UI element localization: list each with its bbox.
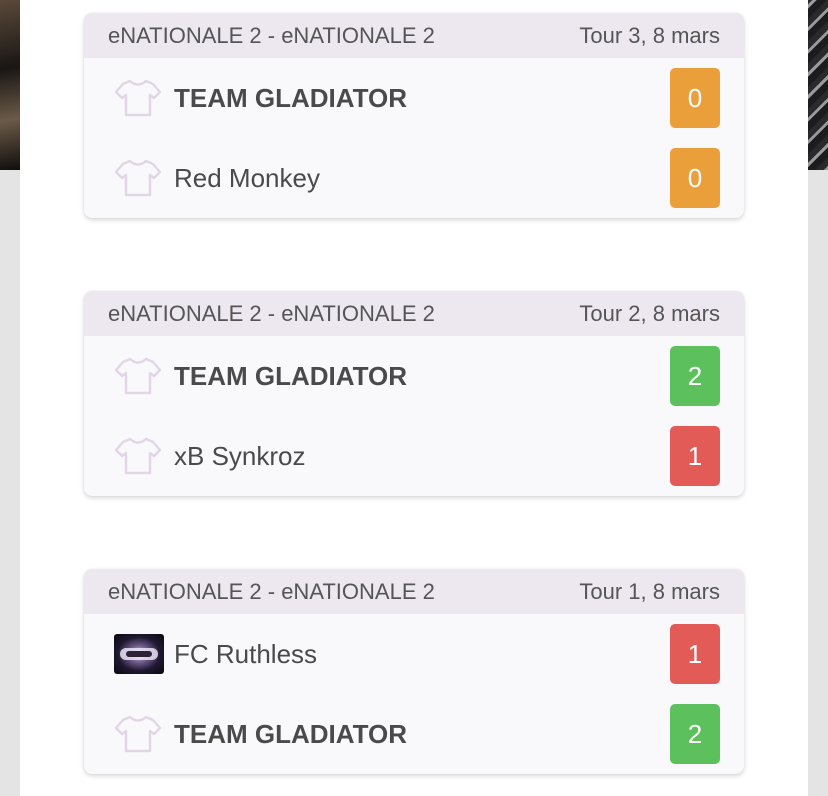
matches-panel: eNATIONALE 2 - eNATIONALE 2 Tour 3, 8 ma… — [20, 0, 808, 796]
team-name[interactable]: xB Synkroz — [174, 441, 306, 472]
score-badge: 1 — [670, 624, 720, 684]
team-name[interactable]: Red Monkey — [174, 163, 320, 194]
score-badge: 2 — [670, 346, 720, 406]
team-row-home[interactable]: TEAM GLADIATOR 0 — [84, 58, 744, 138]
competition-label: eNATIONALE 2 - eNATIONALE 2 — [108, 22, 435, 48]
competition-label: eNATIONALE 2 - eNATIONALE 2 — [108, 578, 435, 604]
match-card[interactable]: eNATIONALE 2 - eNATIONALE 2 Tour 2, 8 ma… — [84, 291, 744, 496]
team-row-home[interactable]: TEAM GLADIATOR 2 — [84, 336, 744, 416]
jersey-icon — [114, 356, 164, 396]
jersey-icon — [114, 78, 164, 118]
score-badge: 2 — [670, 704, 720, 764]
team-name[interactable]: TEAM GLADIATOR — [174, 83, 407, 114]
score-badge: 0 — [670, 68, 720, 128]
team-row-away[interactable]: Red Monkey 0 — [84, 138, 744, 218]
team-logo-image — [114, 634, 164, 674]
team-name[interactable]: FC Ruthless — [174, 639, 317, 670]
jersey-icon — [114, 436, 164, 476]
team-row-away[interactable]: xB Synkroz 1 — [84, 416, 744, 496]
match-card[interactable]: eNATIONALE 2 - eNATIONALE 2 Tour 1, 8 ma… — [84, 569, 744, 774]
team-name[interactable]: TEAM GLADIATOR — [174, 361, 407, 392]
round-date-label: Tour 3, 8 mars — [579, 22, 720, 48]
competition-label: eNATIONALE 2 - eNATIONALE 2 — [108, 300, 435, 326]
match-card-header: eNATIONALE 2 - eNATIONALE 2 Tour 3, 8 ma… — [84, 13, 744, 58]
team-logo — [114, 634, 164, 674]
team-row-home[interactable]: FC Ruthless 1 — [84, 614, 744, 694]
round-date-label: Tour 2, 8 mars — [579, 300, 720, 326]
background-photo-left — [0, 0, 22, 170]
jersey-icon — [114, 714, 164, 754]
team-row-away[interactable]: TEAM GLADIATOR 2 — [84, 694, 744, 774]
team-name[interactable]: TEAM GLADIATOR — [174, 719, 407, 750]
score-badge: 1 — [670, 426, 720, 486]
match-card-header: eNATIONALE 2 - eNATIONALE 2 Tour 2, 8 ma… — [84, 291, 744, 336]
score-badge: 0 — [670, 148, 720, 208]
match-card[interactable]: eNATIONALE 2 - eNATIONALE 2 Tour 3, 8 ma… — [84, 13, 744, 218]
jersey-icon — [114, 158, 164, 198]
match-card-header: eNATIONALE 2 - eNATIONALE 2 Tour 1, 8 ma… — [84, 569, 744, 614]
round-date-label: Tour 1, 8 mars — [579, 578, 720, 604]
